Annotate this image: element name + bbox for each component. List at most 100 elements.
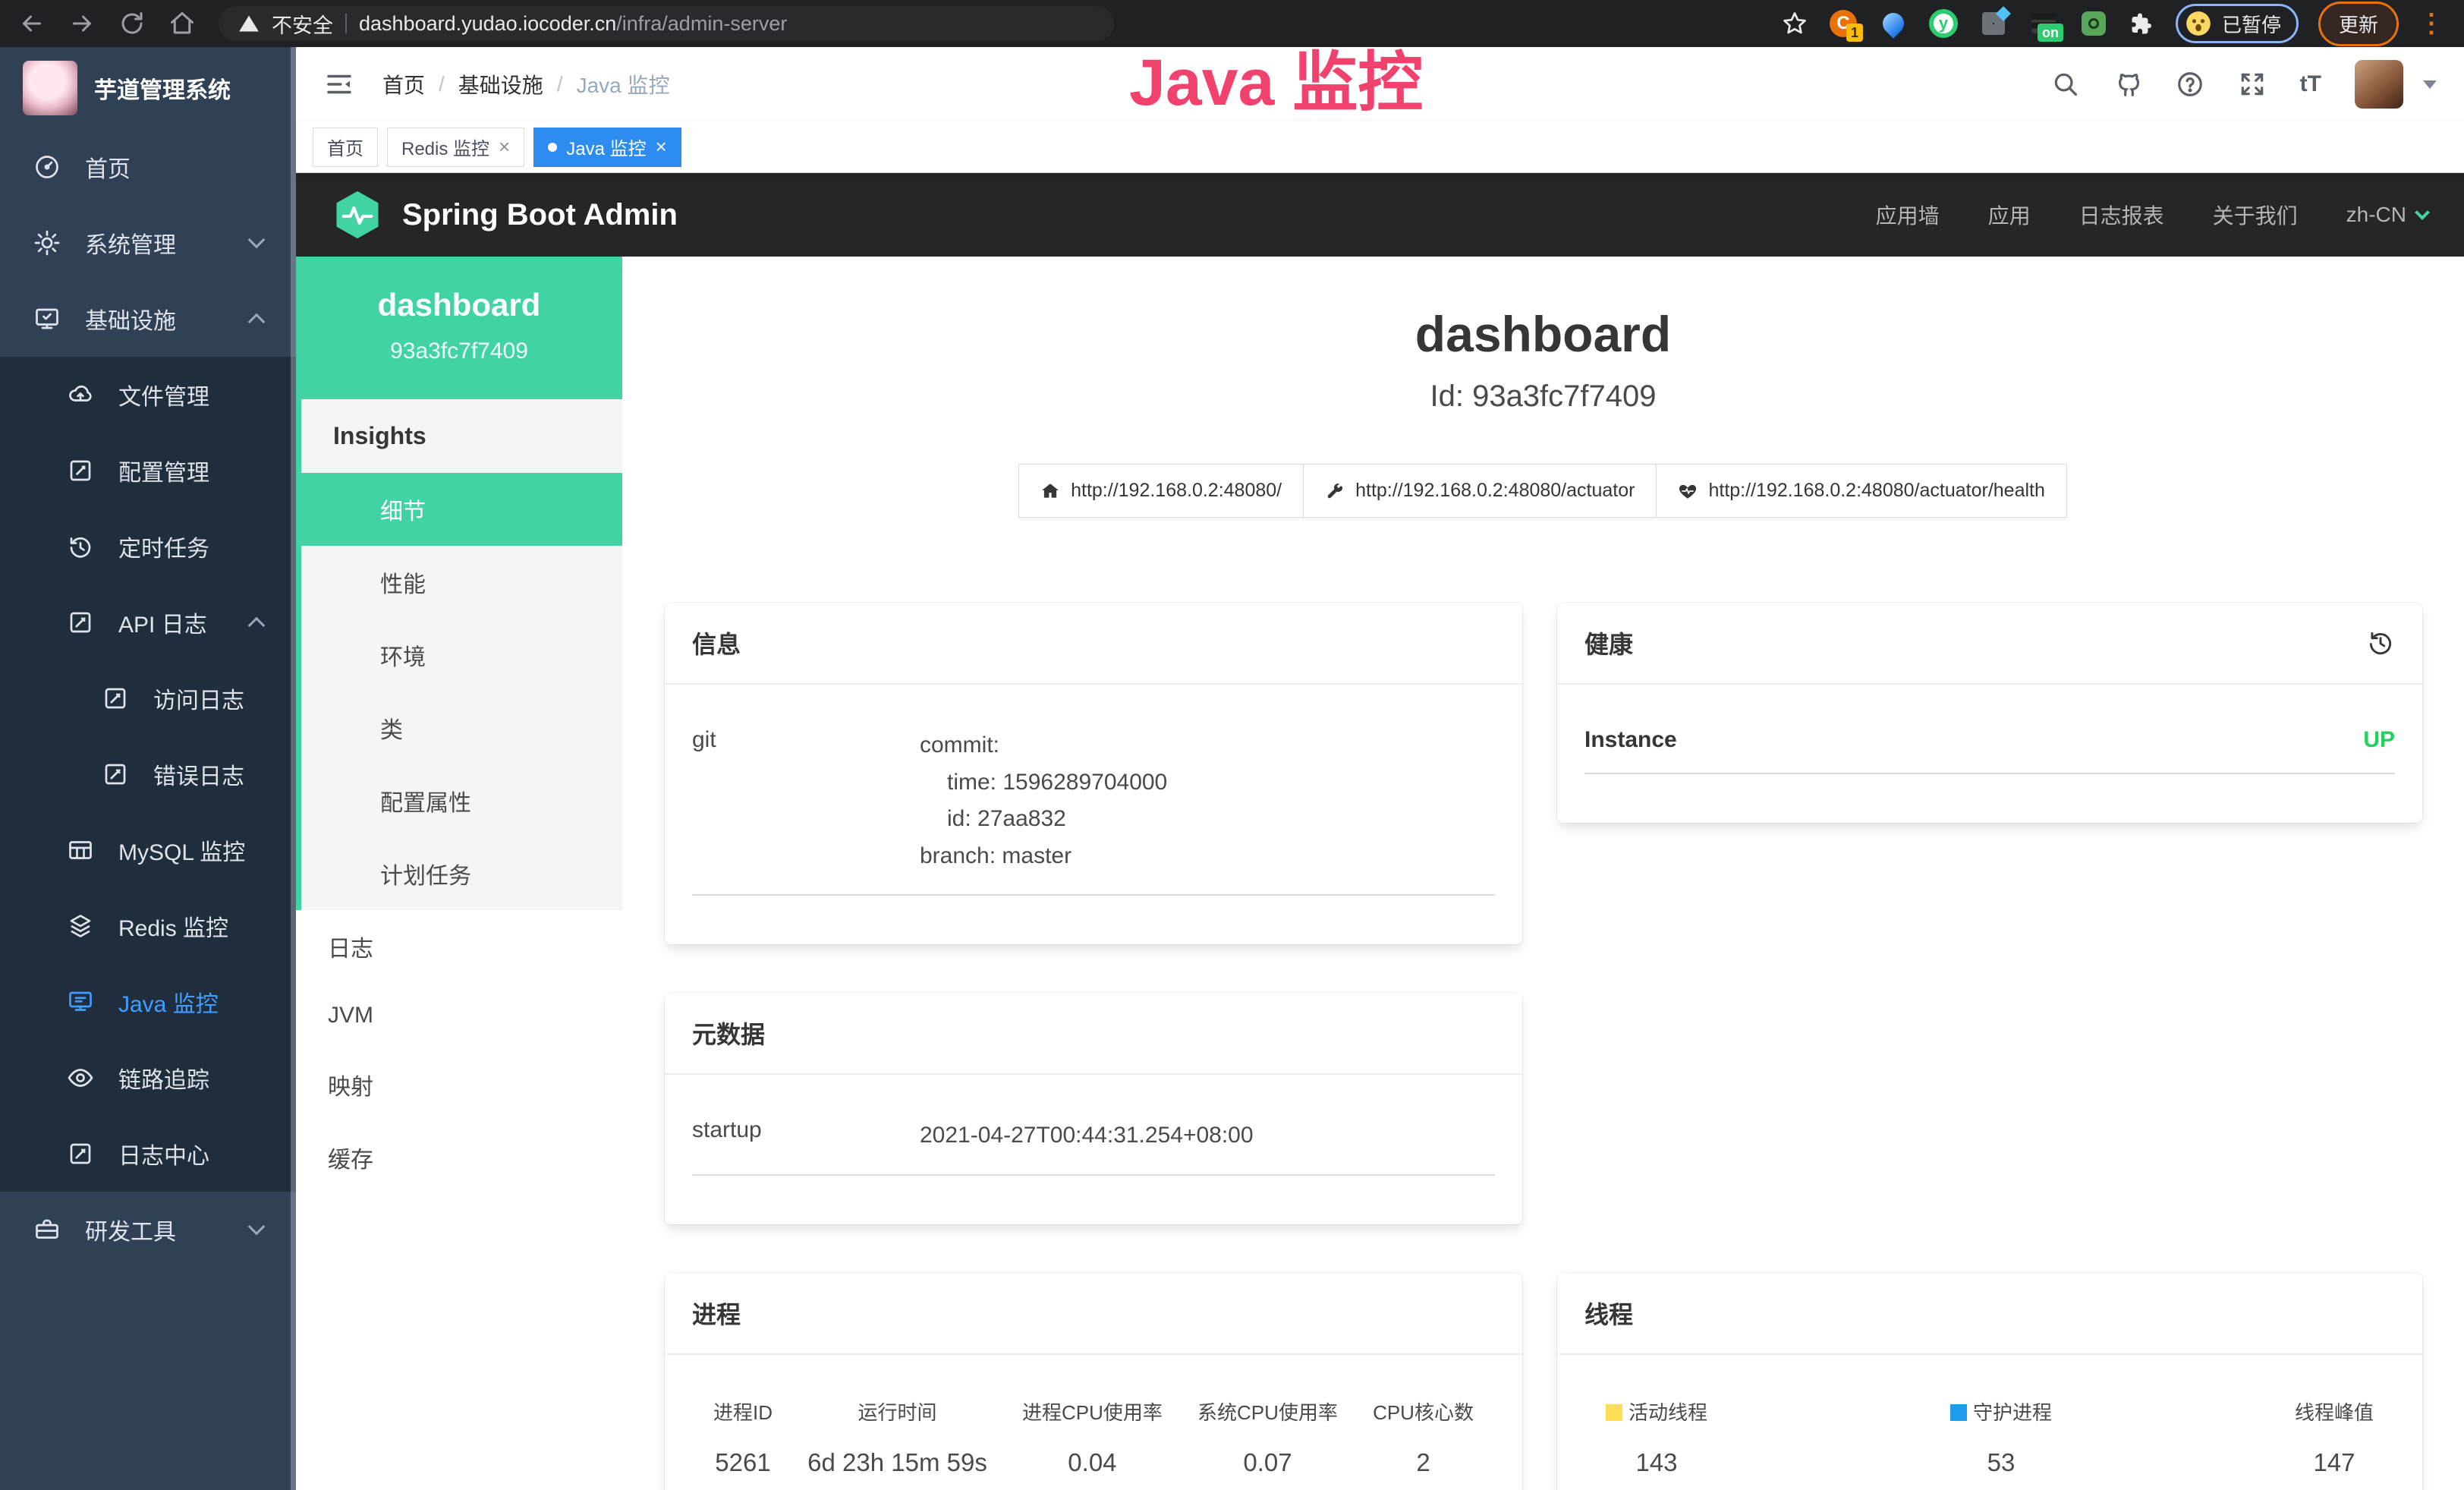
browser-menu-icon[interactable]: ⋮	[2418, 8, 2446, 39]
extension-pin-icon[interactable]	[1878, 8, 1909, 39]
legend-label: 线程峰值	[2295, 1401, 2374, 1424]
forward-icon[interactable]	[68, 10, 96, 37]
sba-nav-wallboard[interactable]: 应用墙	[1876, 200, 1940, 230]
sba-item-scheduled-tasks[interactable]: 计划任务	[301, 837, 622, 910]
sidebar-item-infrastructure[interactable]: 基础设施	[0, 281, 296, 357]
workspace: 芋道管理系统 首页 系统管理 基础设施 文件管理	[0, 47, 2464, 1490]
extension-search-icon[interactable]	[2079, 8, 2109, 39]
health-url-link[interactable]: http://192.168.0.2:48080/actuator/health	[1656, 464, 2066, 518]
collapse-sidebar-icon[interactable]	[323, 68, 355, 100]
sba-nav: 应用墙 应用 日志报表 关于我们 zh-CN	[1876, 200, 2428, 230]
avatar[interactable]	[2355, 60, 2403, 109]
chevron-up-icon	[248, 617, 266, 635]
info-card-body: git commit: time: 1596289704000 id: 27aa…	[665, 685, 1522, 944]
sidebar-item-error-logs[interactable]: 错误日志	[0, 736, 296, 812]
tab-redis-monitor[interactable]: Redis 监控 ×	[387, 128, 524, 167]
sidebar-item-file-management[interactable]: 文件管理	[0, 357, 296, 433]
sba-item-metrics[interactable]: 性能	[301, 546, 622, 619]
sba-logo-icon	[332, 190, 382, 240]
breadcrumb-infrastructure[interactable]: 基础设施	[458, 69, 543, 99]
reload-icon[interactable]	[118, 10, 146, 37]
sidebar-item-api-logs[interactable]: API 日志	[0, 584, 296, 660]
sba-item-jvm[interactable]: JVM	[296, 983, 622, 1048]
locale-selector[interactable]: zh-CN	[2346, 203, 2428, 227]
home-icon	[1040, 481, 1060, 501]
update-browser-button[interactable]: 更新	[2318, 2, 2399, 46]
screen: 不安全 dashboard.yudao.iocoder.cn/infra/adm…	[0, 0, 2464, 1490]
breadcrumb-separator: /	[557, 72, 563, 96]
fullscreen-icon[interactable]	[2238, 70, 2267, 99]
address-bar[interactable]: 不安全 dashboard.yudao.iocoder.cn/infra/adm…	[219, 6, 1114, 41]
sba-item-classes[interactable]: 类	[301, 691, 622, 764]
sba-item-mappings[interactable]: 映射	[296, 1048, 622, 1121]
help-icon[interactable]	[2176, 70, 2204, 99]
close-icon[interactable]: ×	[499, 135, 510, 159]
sba-body: dashboard 93a3fc7f7409 Insights 细节 性能 环境…	[296, 257, 2464, 1490]
actuator-url-link[interactable]: http://192.168.0.2:48080/actuator	[1303, 464, 1657, 518]
col-label: CPU核心数	[1373, 1397, 1474, 1425]
health-url: http://192.168.0.2:48080/actuator/health	[1708, 480, 2044, 502]
app-logo-row[interactable]: 芋道管理系统	[0, 47, 296, 129]
sba-instance-header[interactable]: dashboard 93a3fc7f7409	[296, 257, 622, 399]
instance-links: http://192.168.0.2:48080/ http://192.168…	[665, 464, 2422, 518]
health-history-icon[interactable]	[2366, 628, 2395, 657]
home-icon[interactable]	[168, 10, 196, 37]
service-url-link[interactable]: http://192.168.0.2:48080/	[1018, 464, 1304, 518]
col-value: 2	[1373, 1448, 1474, 1477]
profile-paused-chip[interactable]: 已暂停	[2176, 4, 2299, 43]
extension-y-icon[interactable]: y	[1928, 8, 1959, 39]
sba-item-logs[interactable]: 日志	[296, 910, 622, 983]
search-icon[interactable]	[2051, 70, 2080, 99]
sba-item-config-props[interactable]: 配置属性	[301, 764, 622, 837]
sidebar-item-config-management[interactable]: 配置管理	[0, 433, 296, 509]
history-icon	[67, 533, 94, 560]
sba-item-environment[interactable]: 环境	[301, 619, 622, 691]
sidebar-item-trace[interactable]: 链路追踪	[0, 1040, 296, 1116]
sba-brand-title[interactable]: Spring Boot Admin	[402, 198, 678, 232]
sba-main: dashboard Id: 93a3fc7f7409 http://192.16…	[622, 257, 2464, 1490]
font-size-icon[interactable]: tT	[2300, 71, 2321, 97]
heartbeat-icon	[1678, 481, 1698, 501]
active-dot	[548, 143, 557, 152]
extension-darkreader-icon[interactable]: on	[2028, 8, 2059, 39]
info-card: 信息 git commit: time: 1596289704000 id: 2	[665, 603, 1522, 944]
sidebar-item-redis-monitor[interactable]: Redis 监控	[0, 888, 296, 964]
spring-boot-admin-frame: Spring Boot Admin 应用墙 应用 日志报表 关于我们 zh-CN	[296, 173, 2464, 1490]
sidebar-item-mysql-monitor[interactable]: MySQL 监控	[0, 812, 296, 888]
metadata-card-body: startup 2021-04-27T00:44:31.254+08:00	[665, 1075, 1522, 1224]
breadcrumb-home[interactable]: 首页	[382, 69, 425, 99]
close-icon[interactable]: ×	[656, 135, 667, 159]
sba-item-details[interactable]: 细节	[301, 473, 622, 546]
extension-grid-icon[interactable]	[1978, 8, 2009, 39]
legend-label: 活动线程	[1629, 1401, 1707, 1424]
sidebar-item-scheduled-jobs[interactable]: 定时任务	[0, 509, 296, 584]
tab-home[interactable]: 首页	[313, 128, 378, 167]
card-title: 进程	[692, 1296, 741, 1331]
sidebar-item-log-center[interactable]: 日志中心	[0, 1116, 296, 1192]
sidebar-submenu-infrastructure: 文件管理 配置管理 定时任务 API 日志 访问日志	[0, 357, 296, 1192]
not-secure-label: 不安全	[272, 9, 333, 39]
tags-view-bar: 首页 Redis 监控 × Java 监控 ×	[296, 121, 2464, 173]
sidebar-item-access-logs[interactable]: 访问日志	[0, 660, 296, 736]
sidebar-item-home[interactable]: 首页	[0, 129, 296, 205]
health-row-instance: Instance UP	[1584, 727, 2395, 774]
sidebar-item-system-management[interactable]: 系统管理	[0, 205, 296, 281]
health-card-header: 健康	[1557, 603, 2422, 685]
info-row-git: git commit: time: 1596289704000 id: 27aa…	[692, 727, 1495, 896]
not-secure-icon	[238, 13, 260, 34]
bookmark-star-icon[interactable]	[1781, 10, 1808, 37]
sba-nav-applications[interactable]: 应用	[1988, 200, 2031, 230]
sba-item-caches[interactable]: 缓存	[296, 1121, 622, 1194]
extension-colorpicker-icon[interactable]: C 1	[1828, 8, 1858, 39]
back-icon[interactable]	[18, 10, 46, 37]
github-icon[interactable]	[2113, 70, 2142, 99]
health-card-body: Instance UP	[1557, 685, 2422, 823]
sidebar-item-dev-tools[interactable]: 研发工具	[0, 1192, 296, 1268]
sba-nav-about[interactable]: 关于我们	[2213, 200, 2298, 230]
avatar-caret-icon[interactable]	[2423, 80, 2437, 89]
tab-java-monitor[interactable]: Java 监控 ×	[533, 128, 681, 167]
sba-nav-journal[interactable]: 日志报表	[2079, 200, 2164, 230]
process-columns: 进程ID 5261 运行时间 6d 23h 15m 59s	[692, 1397, 1495, 1477]
sidebar-item-java-monitor[interactable]: Java 监控	[0, 964, 296, 1040]
extensions-puzzle-icon[interactable]	[2129, 10, 2156, 37]
